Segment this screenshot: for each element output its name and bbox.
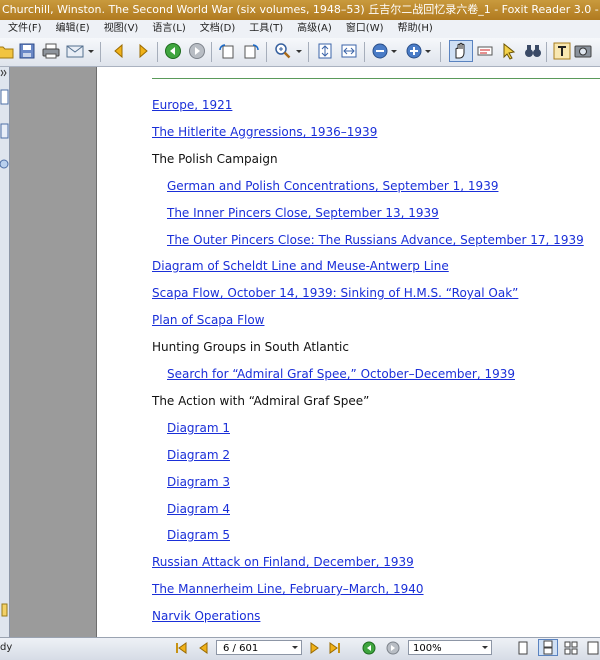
- go-forward-icon[interactable]: [386, 641, 400, 655]
- main-toolbar: [0, 38, 600, 67]
- navigation-panel[interactable]: [0, 67, 10, 637]
- chevron-down-icon[interactable]: [294, 42, 304, 60]
- toolbar-separator: [100, 42, 101, 62]
- save-icon[interactable]: [18, 42, 36, 60]
- zoom-in-tool-icon[interactable]: [274, 42, 292, 60]
- cover-view-icon[interactable]: [586, 641, 600, 655]
- toc-heading: Hunting Groups in South Atlantic: [152, 340, 349, 354]
- toc-link[interactable]: Diagram 2: [167, 448, 230, 463]
- single-page-view-icon[interactable]: [516, 641, 530, 655]
- toc-heading: The Action with “Admiral Graf Spee”: [152, 394, 370, 408]
- zoom-in-icon[interactable]: [405, 42, 423, 60]
- toolbar-separator: [308, 42, 309, 62]
- status-text: dy: [0, 642, 13, 653]
- toolbar-separator: [157, 42, 158, 62]
- toolbar-separator: [440, 42, 441, 62]
- toc-link[interactable]: Diagram 3: [167, 475, 230, 490]
- toc-link[interactable]: The Inner Pincers Close, September 13, 1…: [167, 206, 439, 221]
- text-select-icon[interactable]: [476, 42, 494, 60]
- pages-icon[interactable]: [0, 123, 9, 139]
- pdf-page: Europe, 1921 The Hitlerite Aggressions, 1…: [97, 67, 600, 637]
- menu-edit[interactable]: 编辑(E): [56, 20, 90, 38]
- toc-link[interactable]: Plan of Scapa Flow: [152, 313, 264, 328]
- chevron-down-icon[interactable]: [423, 42, 433, 60]
- next-page-icon[interactable]: [308, 641, 322, 655]
- page-indicator: 6 / 601: [223, 643, 259, 654]
- document-background: [10, 67, 96, 637]
- toc-link[interactable]: Search for “Admiral Graf Spee,” October–…: [167, 367, 515, 382]
- status-bar: dy 6 / 601 100%: [0, 637, 600, 660]
- next-page-icon[interactable]: [134, 42, 152, 60]
- toolbar-separator: [364, 42, 365, 62]
- fit-width-icon[interactable]: [340, 42, 358, 60]
- go-forward-icon[interactable]: [188, 42, 206, 60]
- menu-file[interactable]: 文件(F): [8, 20, 42, 38]
- open-folder-icon[interactable]: [0, 42, 14, 60]
- toc-link[interactable]: Europe, 1921: [152, 98, 232, 113]
- continuous-view-icon[interactable]: [538, 639, 558, 656]
- toc-link[interactable]: The Mannerheim Line, February–March, 194…: [152, 582, 424, 597]
- toc-link[interactable]: The Hitlerite Aggressions, 1936–1939: [152, 125, 377, 140]
- menu-advanced[interactable]: 高级(A): [297, 20, 332, 38]
- menu-window[interactable]: 窗口(W): [346, 20, 384, 38]
- hand-tool-icon[interactable]: [449, 40, 473, 62]
- toc-link[interactable]: Diagram 5: [167, 528, 230, 543]
- toc-link[interactable]: Diagram of Scheldt Line and Meuse-Antwer…: [152, 259, 449, 274]
- print-icon[interactable]: [42, 42, 60, 60]
- toolbar-separator: [546, 42, 547, 62]
- toolbar-separator: [211, 42, 212, 62]
- menu-language[interactable]: 语言(L): [152, 20, 185, 38]
- last-page-icon[interactable]: [328, 641, 342, 655]
- toc-link[interactable]: Narvik Operations: [152, 609, 260, 624]
- toc-link[interactable]: Diagram 1: [167, 421, 230, 436]
- previous-page-icon[interactable]: [196, 641, 210, 655]
- window-title-bar: Churchill, Winston. The Second World War…: [0, 0, 600, 20]
- menu-bar: 文件(F) 编辑(E) 视图(V) 语言(L) 文档(D) 工具(T) 高级(A) 窗口(W)…: [0, 20, 600, 39]
- go-back-icon[interactable]: [362, 641, 376, 655]
- toc-link[interactable]: Russian Attack on Finland, December, 193…: [152, 555, 414, 570]
- toc-link[interactable]: Diagram 4: [167, 502, 230, 517]
- menu-tools[interactable]: 工具(T): [249, 20, 283, 38]
- bookmarks-icon[interactable]: [0, 89, 9, 105]
- layers-icon[interactable]: [0, 157, 9, 171]
- chevron-down-icon[interactable]: [389, 42, 399, 60]
- chevron-down-icon[interactable]: [480, 641, 490, 655]
- zoom-out-icon[interactable]: [371, 42, 389, 60]
- fit-page-icon[interactable]: [316, 42, 334, 60]
- pointer-select-icon[interactable]: [500, 42, 518, 60]
- snapshot-icon[interactable]: [574, 42, 592, 60]
- window-title: Churchill, Winston. The Second World War…: [2, 3, 600, 16]
- previous-page-icon[interactable]: [110, 42, 128, 60]
- go-back-icon[interactable]: [164, 42, 182, 60]
- email-icon[interactable]: [66, 42, 84, 60]
- find-binoculars-icon[interactable]: [524, 42, 542, 60]
- table-of-contents: Europe, 1921 The Hitlerite Aggressions, 1…: [97, 67, 600, 637]
- facing-view-icon[interactable]: [564, 641, 578, 655]
- typewriter-tool-icon[interactable]: [553, 42, 571, 60]
- chevron-down-icon[interactable]: [290, 641, 300, 655]
- rotate-left-icon[interactable]: [218, 42, 236, 60]
- menu-help[interactable]: 帮助(H): [398, 20, 433, 38]
- zoom-level: 100%: [413, 643, 442, 654]
- menu-view[interactable]: 视图(V): [104, 20, 139, 38]
- toc-link[interactable]: The Outer Pincers Close: The Russians Ad…: [167, 233, 584, 248]
- toc-heading: The Polish Campaign: [152, 152, 278, 166]
- attachments-icon[interactable]: [0, 603, 9, 617]
- toc-link[interactable]: German and Polish Concentrations, Septem…: [167, 179, 498, 194]
- toolbar-separator: [266, 42, 267, 62]
- first-page-icon[interactable]: [174, 641, 188, 655]
- expand-panel-icon[interactable]: [0, 67, 9, 79]
- chevron-down-icon[interactable]: [86, 42, 96, 60]
- rotate-right-icon[interactable]: [242, 42, 260, 60]
- toc-link[interactable]: Scapa Flow, October 14, 1939: Sinking of…: [152, 286, 518, 301]
- menu-document[interactable]: 文档(D): [200, 20, 236, 38]
